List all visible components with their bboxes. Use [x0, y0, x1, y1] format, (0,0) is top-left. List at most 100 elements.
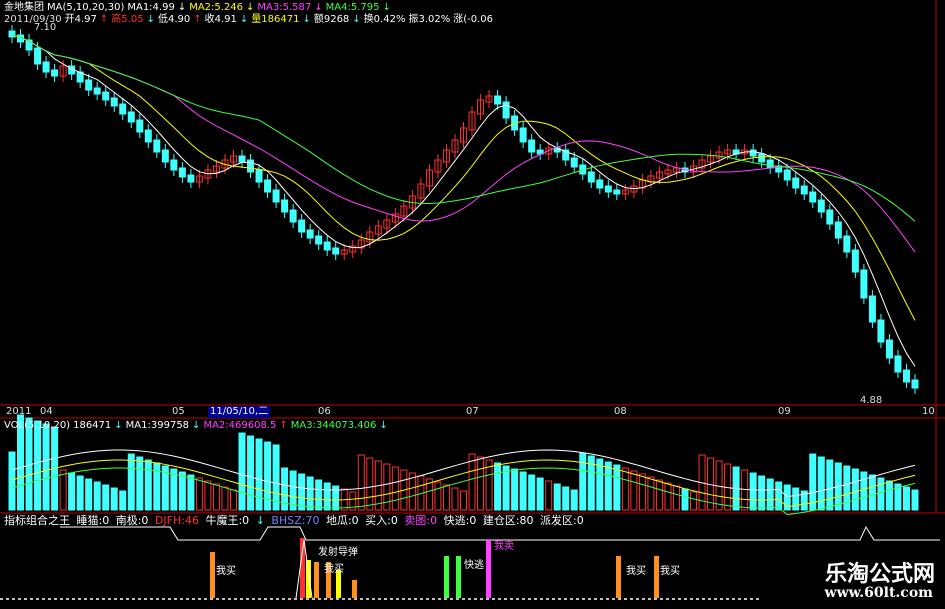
- ma1-line: [11, 34, 916, 367]
- signal-bar: [486, 540, 491, 598]
- volume-bar: [758, 475, 766, 511]
- vol-ma2-arrow: ↑: [279, 420, 288, 431]
- volume-bar: [766, 478, 774, 511]
- volume-bar: [638, 473, 646, 511]
- volume-bar: [298, 473, 306, 511]
- candle-body: [758, 153, 766, 163]
- volume-bar: [238, 432, 246, 511]
- ind-jiancang: 建仓区:80: [482, 514, 534, 527]
- ind-kuaitao: 快逃:0: [443, 514, 477, 527]
- volume-bar: [323, 482, 331, 511]
- volume-bar: [681, 488, 689, 511]
- candle-body: [272, 189, 280, 203]
- volume-bar: [229, 489, 237, 511]
- candle-body: [894, 355, 902, 373]
- axis-month-06: 06: [318, 406, 331, 417]
- volume-bar: [8, 451, 16, 511]
- volume-bar: [579, 452, 587, 511]
- candle-body: [332, 247, 340, 255]
- candle-body: [323, 241, 331, 251]
- ma-label: MA(5,10,20,30): [47, 2, 125, 13]
- ohlc-close: 收4.91: [204, 14, 237, 25]
- ma2-line: [11, 34, 916, 321]
- vol-ma1-arrow: ↓: [192, 420, 201, 431]
- axis-month-07: 07: [466, 406, 479, 417]
- candle-body: [187, 174, 195, 183]
- vol-ma2: MA2:469608.5: [203, 420, 277, 431]
- candle-body: [315, 235, 323, 245]
- vol-label: VOL(5,10,20): [4, 420, 71, 431]
- candle-body: [281, 199, 289, 213]
- axis-month-08: 08: [614, 406, 627, 417]
- volume-bar: [596, 458, 604, 511]
- volume-bar: [85, 478, 93, 511]
- volume-bar: [613, 464, 621, 511]
- ind-mairu: 买入:0: [365, 514, 398, 527]
- candle-body: [596, 179, 604, 189]
- volume-bar: [630, 470, 638, 511]
- volume-bar: [655, 479, 663, 511]
- candle-body: [51, 69, 59, 77]
- candle-body: [289, 209, 297, 223]
- volume-bar: [902, 486, 910, 511]
- volume-bar: [383, 463, 391, 511]
- candle-body: [843, 235, 851, 253]
- volume-bar: [187, 474, 195, 511]
- candle-body: [792, 177, 800, 189]
- ohlc-low: 低4.90: [157, 14, 191, 25]
- candle-body: [613, 189, 621, 195]
- candle-body: [851, 249, 859, 273]
- volume-bar: [528, 474, 536, 511]
- volume-bar: [621, 467, 629, 511]
- indicator-title: 指标组合之王: [4, 514, 70, 527]
- candle-body: [860, 269, 868, 299]
- high-arrow: ↓: [146, 14, 155, 25]
- volume-bar: [690, 491, 698, 511]
- volume-bar: [570, 489, 578, 511]
- volume-bar: [178, 471, 186, 511]
- volume-bar: [885, 480, 893, 511]
- ind-maitu: 卖图:0: [404, 514, 438, 527]
- volume-bar: [545, 480, 553, 511]
- volume-bar: [315, 479, 323, 511]
- signal-bar: [456, 556, 461, 598]
- candle-body: [502, 101, 510, 119]
- vol-ma3: MA3:344073.406: [290, 420, 377, 431]
- signal-escape: 快逃: [464, 560, 484, 571]
- volume-bar: [255, 438, 263, 511]
- open-arrow: ↑: [99, 14, 109, 25]
- volume-bar: [306, 476, 314, 511]
- volume-bar: [604, 461, 612, 511]
- volume-bar: [68, 472, 76, 511]
- ind-digua: 地瓜:0: [325, 514, 359, 527]
- vol-value: 186471: [73, 420, 112, 431]
- candle-body: [766, 159, 774, 169]
- vol-value-arrow: ↓: [114, 420, 123, 431]
- volume-bar: [195, 477, 203, 511]
- candle-body: [902, 369, 910, 383]
- axis-year: 2011: [6, 406, 32, 417]
- volume-bar: [553, 483, 561, 511]
- candle-body: [42, 61, 50, 73]
- axis-month-09: 09: [778, 406, 791, 417]
- volume-bar: [494, 462, 502, 511]
- ma4-value: MA4:5.795: [325, 2, 380, 13]
- candle-body: [102, 91, 110, 101]
- volume-bar: [502, 465, 510, 511]
- vol-ma1: MA1:399758: [125, 420, 190, 431]
- candle-body: [528, 139, 536, 153]
- candle-body: [85, 79, 93, 91]
- candle-body: [93, 87, 101, 95]
- candle-body: [494, 95, 502, 105]
- volume-bar: [42, 423, 50, 511]
- candle-body: [783, 169, 791, 181]
- candle-body: [119, 103, 127, 115]
- signal-buy-1: 我买: [216, 566, 236, 577]
- volume-bar: [860, 471, 868, 511]
- volume-bar: [127, 453, 135, 511]
- axis-month-04: 04: [40, 406, 53, 417]
- candle-body: [817, 199, 825, 213]
- candle-body: [826, 209, 834, 225]
- volume-bar: [102, 484, 110, 511]
- candle-body: [161, 149, 169, 163]
